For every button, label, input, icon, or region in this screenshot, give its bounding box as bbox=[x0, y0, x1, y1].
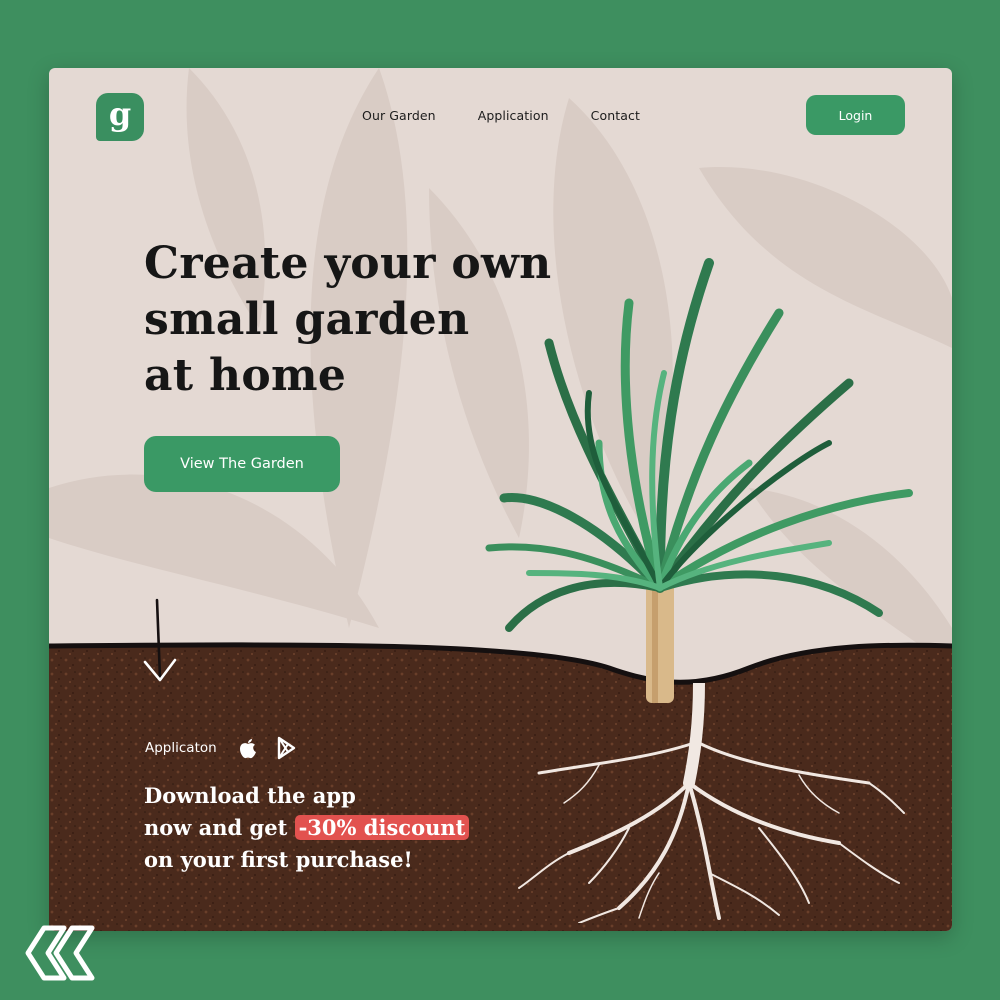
arrow-down-icon bbox=[143, 598, 177, 682]
apple-icon[interactable] bbox=[237, 736, 259, 760]
nav-link-our-garden[interactable]: Our Garden bbox=[362, 108, 436, 123]
landing-card: g Our Garden Application Contact Login C… bbox=[49, 68, 952, 931]
promo-line-1: Download the app bbox=[144, 783, 356, 808]
login-button[interactable]: Login bbox=[806, 95, 905, 135]
hero-title-line-3: at home bbox=[144, 350, 347, 401]
nav-link-application[interactable]: Application bbox=[478, 108, 549, 123]
view-garden-button[interactable]: View The Garden bbox=[144, 436, 340, 492]
promo-line-3: on your first purchase! bbox=[144, 847, 413, 872]
brand-logo[interactable]: g bbox=[96, 93, 144, 141]
app-download-row: Applicaton bbox=[145, 736, 313, 760]
main-nav: Our Garden Application Contact bbox=[362, 108, 640, 123]
brand-logo-icon bbox=[25, 925, 95, 981]
plant-illustration bbox=[485, 258, 913, 703]
promo-line-2: now and get bbox=[144, 815, 295, 840]
google-play-icon[interactable] bbox=[275, 736, 297, 760]
app-label: Applicaton bbox=[145, 740, 217, 756]
hero-title-line-2: small garden bbox=[144, 294, 470, 345]
promo-text: Download the app now and get -30% discou… bbox=[144, 780, 574, 876]
nav-link-contact[interactable]: Contact bbox=[591, 108, 640, 123]
discount-badge: -30% discount bbox=[294, 815, 470, 840]
